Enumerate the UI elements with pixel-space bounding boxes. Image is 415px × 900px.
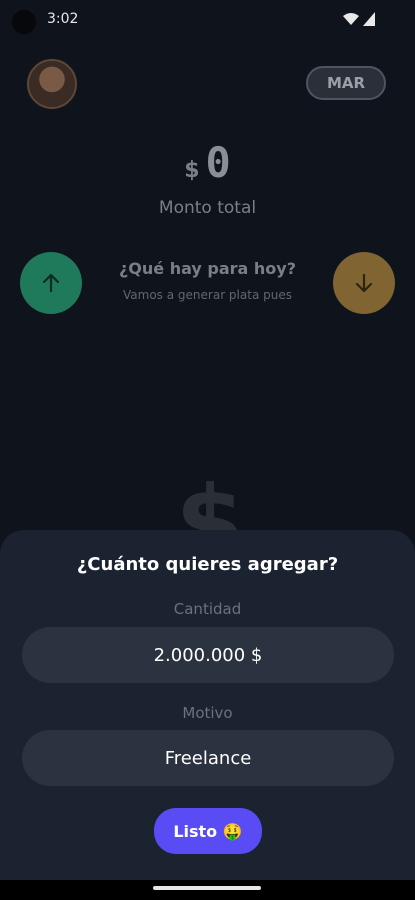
reason-input[interactable]: Freelance	[22, 730, 394, 786]
currency-symbol: $	[184, 158, 200, 183]
status-icons	[343, 12, 375, 26]
amount-label: Cantidad	[173, 600, 242, 618]
status-bar: 3:02	[0, 0, 415, 38]
reason-label: Motivo	[182, 704, 233, 722]
status-time: 3:02	[47, 11, 79, 27]
done-button[interactable]: Listo 🤑	[154, 808, 262, 854]
prompt-subtitle: Vamos a generar plata pues	[123, 288, 292, 302]
home-screen: MAR $ 0 Monto total ¿Qué hay para hoy? V…	[0, 38, 415, 578]
month-selector[interactable]: MAR	[306, 66, 386, 100]
arrow-down-icon	[355, 273, 373, 293]
signal-icon	[363, 12, 375, 26]
add-expense-button[interactable]	[333, 252, 395, 314]
arrow-up-icon	[42, 273, 60, 293]
total-label: Monto total	[158, 198, 257, 218]
amount-input[interactable]: 2.000.000 $	[22, 627, 394, 683]
camera-cutout	[12, 10, 36, 34]
add-income-button[interactable]	[20, 252, 82, 314]
total-amount: $ 0	[0, 138, 415, 187]
avatar[interactable]	[27, 59, 77, 109]
wifi-icon	[343, 13, 359, 25]
amount-value: 0	[205, 138, 231, 187]
navigation-bar	[0, 880, 415, 900]
prompt-title: ¿Qué hay para hoy?	[119, 259, 296, 278]
home-indicator[interactable]	[153, 886, 261, 890]
sheet-title: ¿Cuánto quieres agregar?	[76, 554, 339, 575]
add-amount-sheet: ¿Cuánto quieres agregar? Cantidad 2.000.…	[0, 530, 415, 880]
